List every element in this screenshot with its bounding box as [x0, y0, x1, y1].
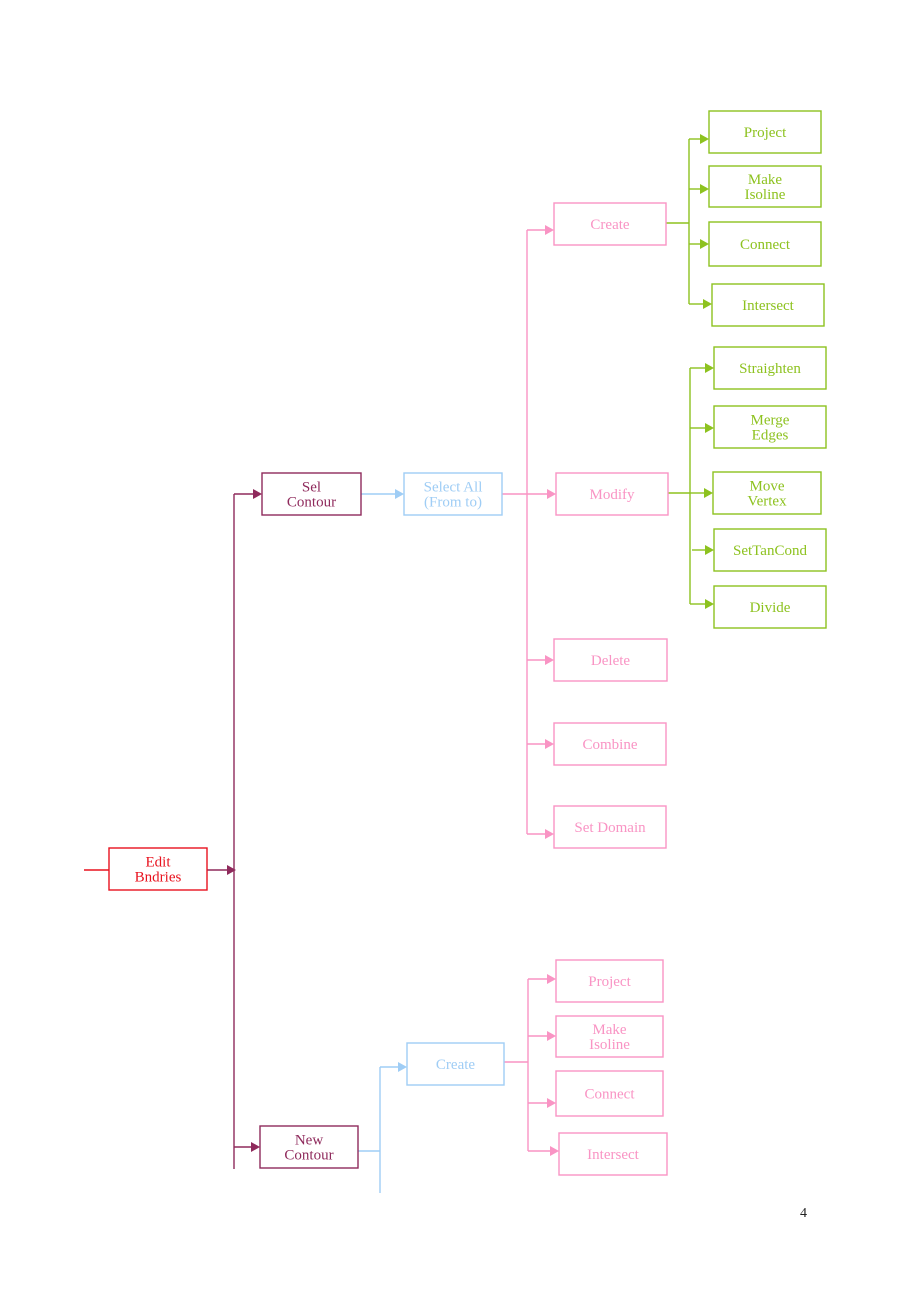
node-m-straighten: Straighten	[713, 346, 827, 390]
node-label: Move	[750, 479, 785, 495]
arrowhead-icon	[705, 599, 714, 609]
arrowhead-icon	[395, 489, 404, 499]
arrowhead-icon	[398, 1062, 407, 1072]
arrowhead-icon	[547, 974, 556, 984]
arrowhead-icon	[700, 184, 709, 194]
node-n-project: Project	[555, 959, 664, 1003]
page-number: 4	[800, 1206, 807, 1221]
arrowhead-icon	[705, 363, 714, 373]
node-set-domain: Set Domain	[553, 805, 667, 849]
arrowhead-icon	[545, 655, 554, 665]
node-label: Isoline	[589, 1037, 630, 1053]
arrowhead-icon	[703, 299, 712, 309]
node-label: Make	[748, 172, 782, 188]
node-label: Project	[744, 125, 787, 141]
arrowhead-icon	[550, 1146, 559, 1156]
node-m-settancond: SetTanCond	[713, 528, 827, 572]
node-label: (From to)	[424, 495, 482, 511]
node-c-make-isoline: MakeIsoline	[708, 165, 822, 208]
node-modify: Modify	[555, 472, 669, 516]
node-m-move-vertex: MoveVertex	[712, 471, 822, 515]
node-c-intersect: Intersect	[711, 283, 825, 327]
node-combine: Combine	[553, 722, 667, 766]
node-label: New	[295, 1133, 323, 1149]
arrowhead-icon	[251, 1142, 260, 1152]
arrowhead-icon	[700, 134, 709, 144]
node-label: SetTanCond	[733, 543, 807, 559]
arrowhead-icon	[547, 1031, 556, 1041]
arrowhead-icon	[705, 545, 714, 555]
node-label: Intersect	[742, 298, 794, 314]
node-n-connect: Connect	[555, 1070, 664, 1117]
node-c-project: Project	[708, 110, 822, 154]
node-label: Connect	[585, 1087, 636, 1103]
edit-boundaries-tree-diagram: EditBndriesSelContourNewContourSelect Al…	[84, 110, 827, 1193]
arrowhead-icon	[253, 489, 262, 499]
node-label: Merge	[751, 413, 790, 429]
node-label: Combine	[583, 737, 638, 753]
node-label: Create	[436, 1057, 475, 1073]
node-label: Project	[588, 974, 631, 990]
node-label: Edit	[146, 855, 172, 871]
arrowhead-icon	[545, 829, 554, 839]
arrowhead-icon	[705, 423, 714, 433]
node-m-divide: Divide	[713, 585, 827, 629]
arrowhead-icon	[545, 225, 554, 235]
node-create-new: Create	[406, 1042, 505, 1086]
node-edit-bndries: EditBndries	[108, 847, 208, 891]
node-sel-contour: SelContour	[261, 472, 362, 516]
node-label: Connect	[740, 237, 791, 253]
node-label: Make	[592, 1022, 626, 1038]
node-label: Delete	[591, 653, 630, 669]
node-n-intersect: Intersect	[558, 1132, 668, 1176]
node-label: Vertex	[747, 494, 787, 510]
arrowhead-icon	[704, 488, 713, 498]
arrowhead-icon	[545, 739, 554, 749]
node-label: Set Domain	[574, 820, 646, 836]
node-m-merge-edges: MergeEdges	[713, 405, 827, 449]
node-select-all: Select All(From to)	[403, 472, 503, 516]
node-new-contour: NewContour	[259, 1125, 359, 1169]
node-label: Select All	[424, 480, 483, 496]
arrowhead-icon	[700, 239, 709, 249]
node-label: Divide	[750, 600, 791, 616]
node-label: Intersect	[587, 1147, 639, 1163]
node-label: Straighten	[739, 361, 801, 377]
node-label: Isoline	[745, 187, 786, 203]
node-delete: Delete	[553, 638, 668, 682]
node-label: Edges	[752, 428, 789, 444]
node-label: Bndries	[135, 870, 182, 886]
arrowhead-icon	[547, 489, 556, 499]
node-n-make-isoline: MakeIsoline	[555, 1015, 664, 1058]
node-label: Modify	[590, 487, 636, 503]
node-label: Sel	[302, 480, 321, 496]
node-label: Create	[590, 217, 629, 233]
arrowhead-icon	[547, 1098, 556, 1108]
node-c-connect: Connect	[708, 221, 822, 267]
node-label: Contour	[284, 1148, 333, 1164]
node-label: Contour	[287, 495, 336, 511]
node-create: Create	[553, 202, 667, 246]
